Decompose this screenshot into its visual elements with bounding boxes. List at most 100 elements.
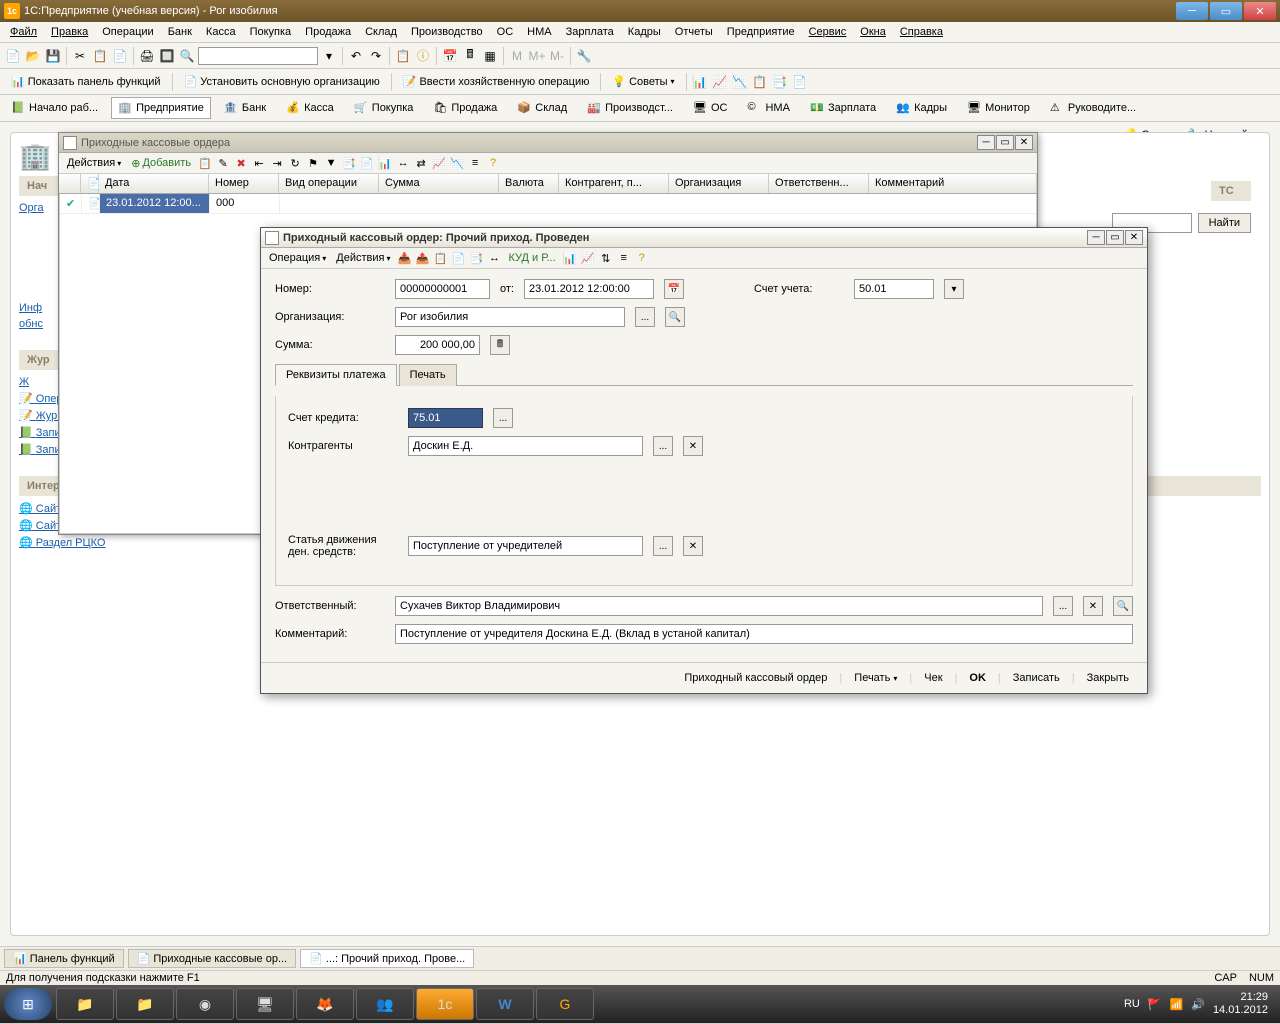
counterparty-clear-button[interactable]: ✕ [683,436,703,456]
mminus-icon[interactable]: M- [548,47,566,65]
task-word[interactable]: W [476,988,534,1020]
responsible-clear-button[interactable]: ✕ [1083,596,1103,616]
task-app1[interactable]: 📁 [116,988,174,1020]
footer-doc-button[interactable]: Приходный кассовый ордер [676,669,835,687]
menu-enterprise[interactable]: Предприятие [721,24,801,40]
date-picker-button[interactable]: 📅 [664,279,684,299]
col-op-type[interactable]: Вид операции [279,174,379,193]
m-icon[interactable]: M [508,47,526,65]
list-ico8[interactable]: ≡ [467,155,483,171]
list-filter-icon[interactable]: ▼ [323,155,339,171]
form-close-button[interactable]: ✕ [1125,230,1143,245]
section-cash[interactable]: 💰Касса [279,97,341,119]
col-date[interactable]: Дата [99,174,209,193]
section-bank[interactable]: 🏦Банк [217,97,273,119]
form-minimize-button[interactable]: ─ [1087,230,1105,245]
input-movement[interactable] [408,536,643,556]
tray-clock[interactable]: 21:29 14.01.2012 [1213,991,1268,1017]
input-number[interactable] [395,279,490,299]
col-counterparty[interactable]: Контрагент, п... [559,174,669,193]
show-panel-button[interactable]: 📊 Показать панель функций [4,72,168,91]
movement-select-button[interactable]: ... [653,536,673,556]
col-marker[interactable] [59,174,81,193]
tab-print[interactable]: Печать [399,364,457,386]
bg-search-button[interactable]: Найти [1198,213,1251,233]
tb2-icon1[interactable]: 📊 [691,73,709,91]
clipboard-icon[interactable]: 📋 [394,47,412,65]
section-enterprise[interactable]: 🏢Предприятие [111,97,211,119]
list-actions-button[interactable]: Действия ▾ [63,156,125,170]
tools-icon[interactable]: 🔧 [575,47,593,65]
org-search-button[interactable]: 🔍 [665,307,685,327]
table-row[interactable]: ✔ 📄 23.01.2012 12:00... 000 [60,194,1036,214]
print-icon[interactable]: 🖨 [138,47,156,65]
task-app2[interactable]: ◉ [176,988,234,1020]
menu-service[interactable]: Сервис [803,24,853,40]
form-ico7[interactable]: 📊 [562,250,578,266]
task-1c[interactable]: 1c [416,988,474,1020]
mdi-tab-form[interactable]: 📄...: Прочий приход. Прове... [300,949,474,968]
menu-purchase[interactable]: Покупка [244,24,298,40]
list-ico2[interactable]: 📄 [359,155,375,171]
calculator-icon[interactable]: 🖩 [461,47,479,65]
menu-sale[interactable]: Продажа [299,24,357,40]
form-ico5[interactable]: 📑 [469,250,485,266]
col-org[interactable]: Организация [669,174,769,193]
account-dropdown-button[interactable]: ▾ [944,279,964,299]
cut-icon[interactable]: ✂ [71,47,89,65]
menu-windows[interactable]: Окна [854,24,892,40]
menu-file[interactable]: Файл [4,24,43,40]
form-maximize-button[interactable]: ▭ [1106,230,1124,245]
list-close-button[interactable]: ✕ [1015,135,1033,150]
section-production[interactable]: 🏭Производст... [580,97,680,119]
form-kudir-button[interactable]: КУД и Р... [505,251,560,265]
section-start[interactable]: 📗Начало раб... [4,97,105,119]
credit-select-button[interactable]: ... [493,408,513,428]
input-sum[interactable] [395,335,480,355]
save-icon[interactable]: 💾 [44,47,62,65]
grid-icon[interactable]: ▦ [481,47,499,65]
counterparty-select-button[interactable]: ... [653,436,673,456]
form-ico10[interactable]: ≡ [616,250,632,266]
section-personnel[interactable]: 👥Кадры [889,97,954,119]
tb2-icon6[interactable]: 📄 [791,73,809,91]
tray-lang[interactable]: RU [1124,998,1140,1010]
section-warehouse[interactable]: 📦Склад [510,97,574,119]
maximize-button[interactable]: ▭ [1210,2,1242,20]
menu-operations[interactable]: Операции [96,24,159,40]
section-manager[interactable]: ⚠Руководите... [1043,97,1143,119]
col-sum[interactable]: Сумма [379,174,499,193]
list-edit-icon[interactable]: ✎ [215,155,231,171]
menu-help[interactable]: Справка [894,24,949,40]
col-posted[interactable]: 📄 [81,174,99,193]
paste-icon[interactable]: 📄 [111,47,129,65]
menu-personnel[interactable]: Кадры [622,24,667,40]
list-nav-prev-icon[interactable]: ⇤ [251,155,267,171]
footer-close-button[interactable]: Закрыть [1079,669,1137,687]
movement-clear-button[interactable]: ✕ [683,536,703,556]
undo-icon[interactable]: ↶ [347,47,365,65]
mdi-tab-panel[interactable]: 📊Панель функций [4,949,124,968]
task-firefox[interactable]: 🦊 [296,988,354,1020]
section-salary[interactable]: 💵Зарплата [803,97,883,119]
list-ico5[interactable]: ⇄ [413,155,429,171]
form-help-icon[interactable]: ? [634,250,650,266]
input-account[interactable] [854,279,934,299]
footer-print-button[interactable]: Печать ▾ [846,669,905,687]
start-button[interactable]: ⊞ [4,988,52,1020]
tray-sound-icon[interactable]: 🔊 [1191,998,1205,1011]
list-maximize-button[interactable]: ▭ [996,135,1014,150]
input-responsible[interactable] [395,596,1043,616]
form-ico8[interactable]: 📈 [580,250,596,266]
list-ico4[interactable]: ↔ [395,155,411,171]
col-responsible[interactable]: Ответственн... [769,174,869,193]
form-ico6[interactable]: ↔ [487,250,503,266]
redo-icon[interactable]: ↷ [367,47,385,65]
mplus-icon[interactable]: M+ [528,47,546,65]
form-ico4[interactable]: 📄 [451,250,467,266]
tb2-icon3[interactable]: 📉 [731,73,749,91]
tray-flag-icon[interactable]: 🚩 [1148,998,1162,1011]
input-comment[interactable] [395,624,1133,644]
input-date[interactable] [524,279,654,299]
search-icon[interactable]: 🔍 [178,47,196,65]
